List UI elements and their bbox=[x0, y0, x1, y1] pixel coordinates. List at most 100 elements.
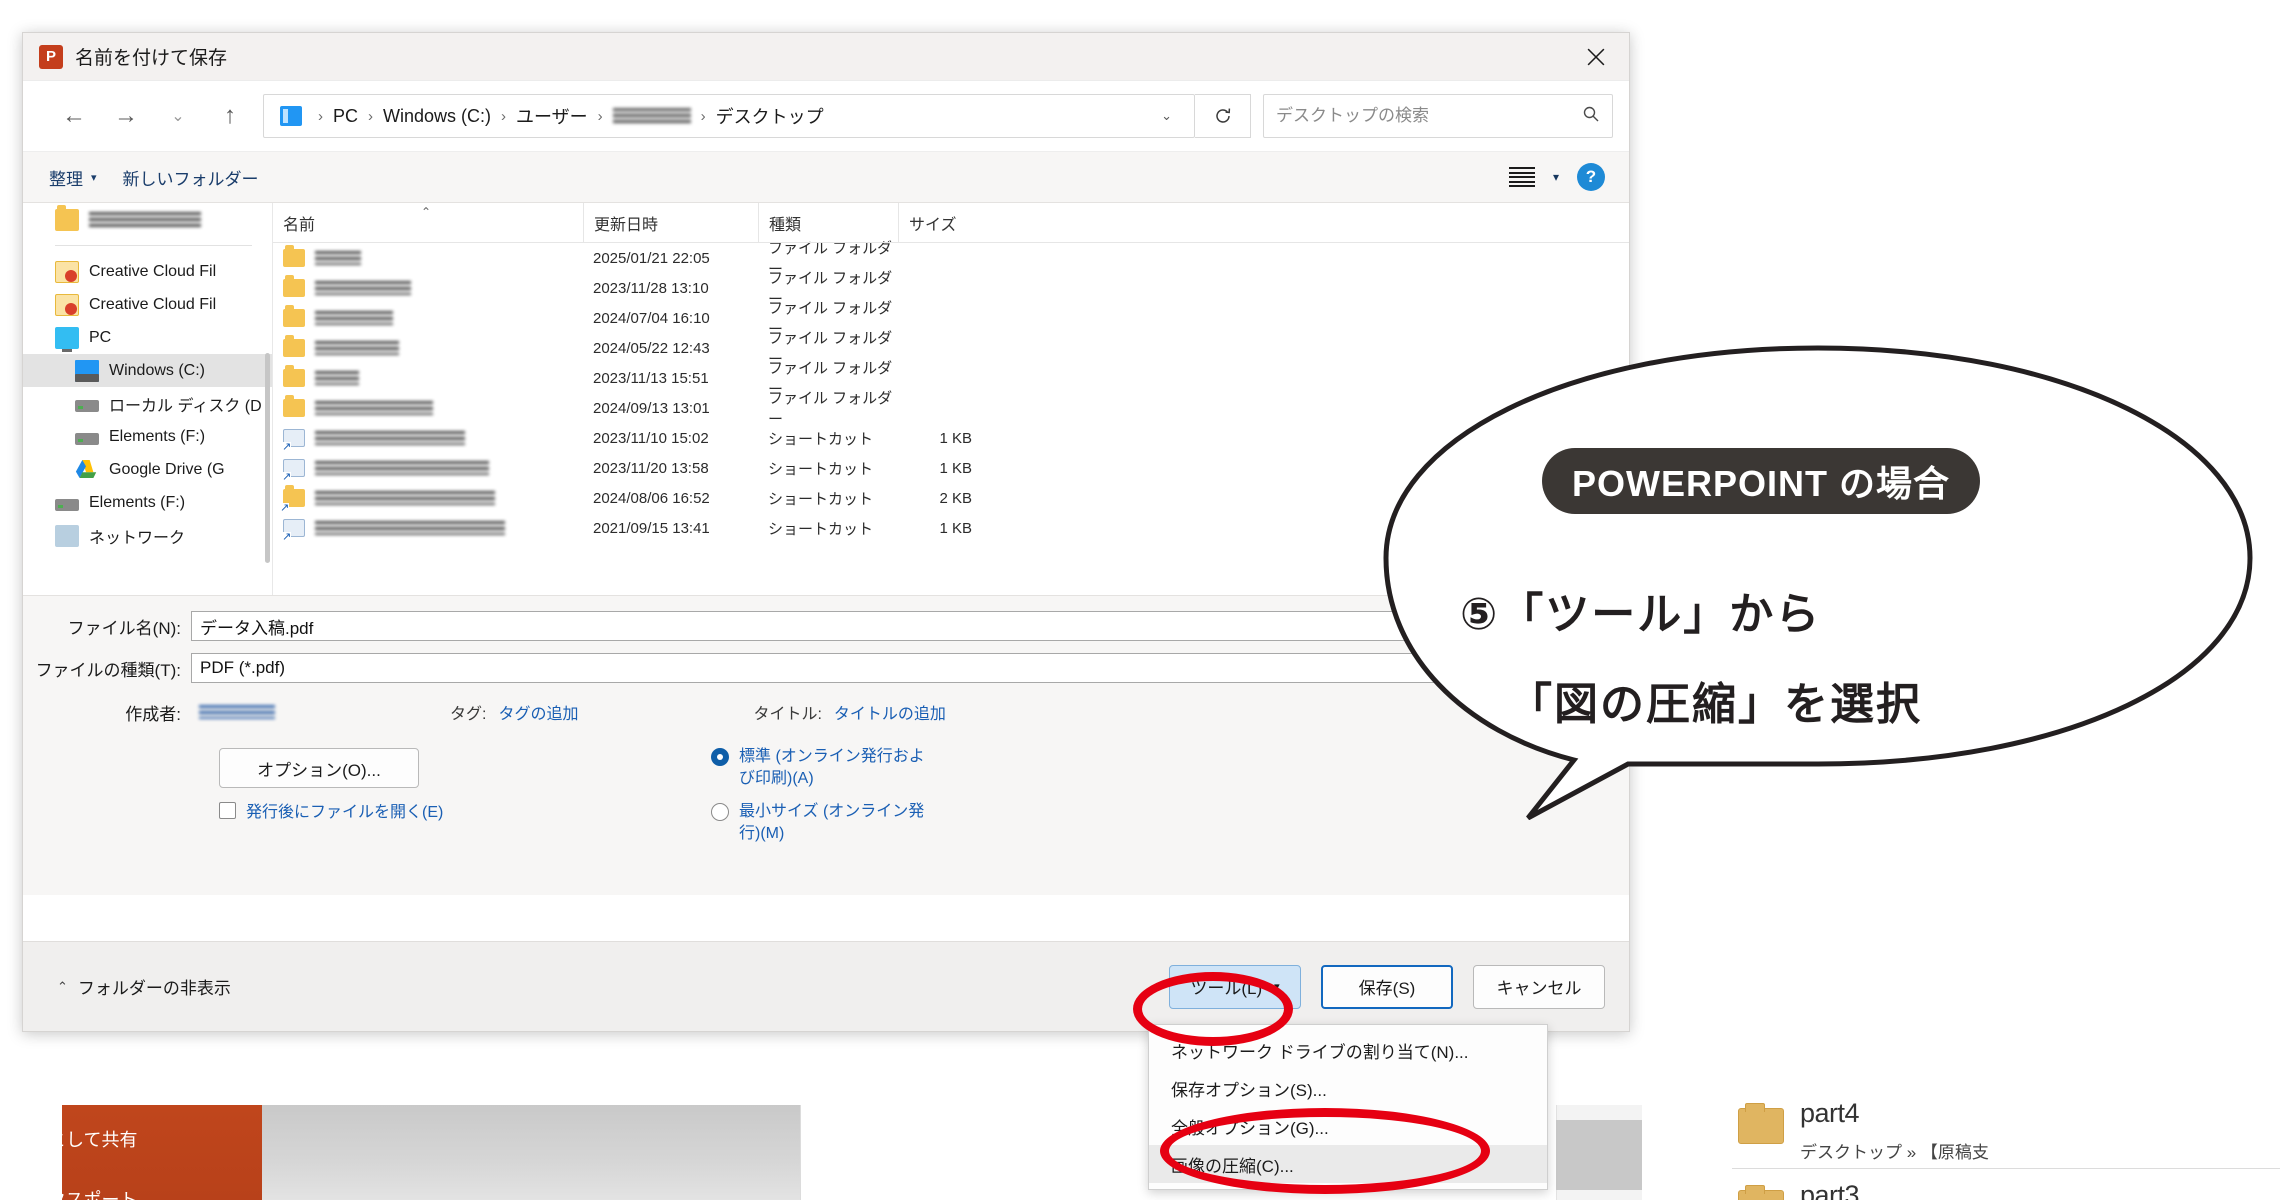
sidebar-item-google-drive-g[interactable]: Google Drive (G bbox=[23, 453, 272, 486]
file-name-label bbox=[315, 401, 433, 415]
author-value-redacted[interactable] bbox=[199, 705, 275, 719]
table-row[interactable]: 2024/07/04 16:10 ファイル フォルダー bbox=[273, 300, 1629, 338]
file-date-cell: 2023/11/13 15:51 bbox=[593, 369, 709, 387]
desktop-location-icon bbox=[280, 106, 302, 126]
file-type-cell: ショートカット bbox=[768, 430, 874, 448]
table-row[interactable]: 2023/11/13 15:51 ファイル フォルダー bbox=[273, 360, 1629, 398]
list-view-icon[interactable] bbox=[1508, 167, 1535, 187]
filetype-select[interactable]: PDF (*.pdf) bbox=[191, 653, 1613, 683]
sidebar-scrollbar[interactable] bbox=[265, 353, 270, 563]
up-icon[interactable]: ↑ bbox=[209, 95, 251, 137]
backstage-divider bbox=[800, 1105, 801, 1200]
table-row[interactable]: 2023/11/28 13:10 ファイル フォルダー bbox=[273, 270, 1629, 308]
cancel-button[interactable]: キャンセル bbox=[1473, 964, 1605, 1009]
shortcut-icon bbox=[282, 429, 305, 452]
radio-minimum-row[interactable]: 最小サイズ (オンライン発行)(M) bbox=[711, 801, 931, 844]
file-name-cell bbox=[273, 365, 583, 387]
back-icon[interactable]: ← bbox=[53, 95, 95, 137]
drive-icon bbox=[55, 499, 79, 511]
recent-separator bbox=[1732, 1168, 2280, 1169]
menu-item-compress-pictures[interactable]: 画像の圧縮(C)... bbox=[1149, 1145, 1547, 1183]
recent-item-title[interactable]: part3 bbox=[1800, 1180, 1860, 1200]
metadata-row: 作成者: タグ: タグの追加 タイトル: タイトルの追加 bbox=[23, 692, 1629, 732]
tools-button[interactable]: ツール(L) ▾ bbox=[1169, 964, 1301, 1009]
filename-input[interactable]: データ入稿.pdf bbox=[191, 611, 1613, 641]
column-header-size[interactable]: サイズ bbox=[898, 203, 998, 242]
tags-label: タグ: bbox=[450, 706, 487, 723]
help-icon[interactable]: ? bbox=[1577, 163, 1605, 191]
table-row[interactable]: 2025/01/21 22:05 ファイル フォルダー bbox=[273, 240, 1629, 278]
radio-standard-label: 標準 (オンライン発行および印刷)(A) bbox=[739, 748, 925, 787]
tags-add-link[interactable]: タグの追加 bbox=[498, 700, 578, 724]
address-chevron-down-icon[interactable]: ⌄ bbox=[1147, 108, 1186, 124]
file-name-label bbox=[315, 311, 393, 325]
radio-standard-button[interactable] bbox=[711, 748, 729, 766]
options-button[interactable]: オプション(O)... bbox=[219, 748, 419, 788]
column-header-label: 名前 bbox=[283, 216, 316, 234]
recent-item-title[interactable]: part4 bbox=[1800, 1098, 1860, 1129]
radio-minimum-button[interactable] bbox=[711, 803, 729, 822]
sidebar-item-label: Elements (F:) bbox=[109, 427, 206, 445]
table-row[interactable]: 2023/11/20 13:58 ショートカット 1 KB bbox=[273, 453, 1629, 483]
folder-icon bbox=[283, 335, 305, 357]
organize-button[interactable]: 整理 ▾ bbox=[49, 165, 97, 190]
search-box[interactable] bbox=[1263, 94, 1613, 138]
recent-locations-chevron-down-icon[interactable]: ⌄ bbox=[157, 95, 199, 137]
hide-folders-toggle[interactable]: ⌃ フォルダーの非表示 bbox=[57, 974, 231, 999]
breadcrumb-username-redacted[interactable] bbox=[612, 108, 691, 124]
forward-icon[interactable]: → bbox=[105, 95, 147, 137]
sidebar-item-creative-cloud-files-2[interactable]: Creative Cloud Fil bbox=[23, 288, 272, 321]
address-bar[interactable]: › PC › Windows (C:) › ユーザー › › デスクトップ ⌄ bbox=[263, 94, 1195, 138]
table-row[interactable]: 2024/09/13 13:01 ファイル フォルダー bbox=[273, 390, 1629, 428]
sidebar-item-elements-f-2[interactable]: Elements (F:) bbox=[23, 486, 272, 519]
search-icon[interactable] bbox=[1582, 105, 1600, 128]
breadcrumb-windows-c[interactable]: Windows (C:) bbox=[383, 106, 491, 127]
pc-icon bbox=[55, 326, 79, 352]
sidebar-item-folder-redacted[interactable] bbox=[23, 203, 272, 236]
file-size-cell: 1 KB bbox=[939, 459, 972, 477]
dialog-titlebar: 名前を付けて保存 bbox=[23, 33, 1629, 81]
folder-icon bbox=[283, 365, 305, 387]
sidebar-item-pc[interactable]: PC bbox=[23, 321, 272, 354]
sidebar-item-network[interactable]: ネットワーク bbox=[23, 519, 272, 552]
folder-icon bbox=[283, 245, 305, 267]
sidebar-item-elements-f-1[interactable]: Elements (F:) bbox=[23, 420, 272, 453]
table-row[interactable]: 2024/08/06 16:52 ショートカット 2 KB bbox=[273, 483, 1629, 513]
table-row[interactable]: 2021/09/15 13:41 ショートカット 1 KB bbox=[273, 513, 1629, 543]
sidebar-item-local-disk-d[interactable]: ローカル ディスク (D bbox=[23, 387, 272, 420]
table-row[interactable]: 2024/05/22 12:43 ファイル フォルダー bbox=[273, 330, 1629, 368]
column-header-name[interactable]: 名前 ⌃ bbox=[273, 203, 583, 242]
sidebar-item-creative-cloud-files-1[interactable]: Creative Cloud Fil bbox=[23, 255, 272, 288]
backstage-item-export[interactable]: エクスポート bbox=[30, 1186, 137, 1200]
breadcrumb-desktop[interactable]: デスクトップ bbox=[716, 103, 824, 129]
view-chevron-down-icon[interactable]: ▾ bbox=[1553, 170, 1559, 184]
file-type-cell: ショートカット bbox=[768, 490, 874, 508]
folder-icon bbox=[55, 204, 79, 231]
open-after-publish-checkbox[interactable] bbox=[219, 801, 236, 819]
filetype-row: ファイルの種類(T): PDF (*.pdf) bbox=[23, 650, 1629, 686]
sidebar-item-windows-c[interactable]: Windows (C:) bbox=[23, 354, 272, 387]
close-icon[interactable] bbox=[1563, 33, 1629, 80]
menu-item-save-options[interactable]: 保存オプション(S)... bbox=[1149, 1069, 1547, 1107]
refresh-icon[interactable] bbox=[1195, 94, 1251, 138]
file-name-label bbox=[315, 371, 359, 385]
file-size-cell: 2 KB bbox=[939, 489, 972, 507]
menu-item-general-options[interactable]: 全般オプション(G)... bbox=[1149, 1107, 1547, 1145]
title-add-link[interactable]: タイトルの追加 bbox=[834, 700, 946, 724]
column-header-date[interactable]: 更新日時 bbox=[583, 203, 758, 242]
menu-item-map-network-drive[interactable]: ネットワーク ドライブの割り当て(N)... bbox=[1149, 1031, 1547, 1069]
backstage-item-share[interactable]: クとして共有 bbox=[30, 1126, 137, 1152]
file-name-cell bbox=[273, 245, 583, 267]
breadcrumb-users[interactable]: ユーザー bbox=[516, 103, 588, 129]
google-drive-icon bbox=[75, 459, 99, 481]
save-button[interactable]: 保存(S) bbox=[1321, 964, 1453, 1009]
table-row[interactable]: 2023/11/10 15:02 ショートカット 1 KB bbox=[273, 423, 1629, 453]
breadcrumb-pc[interactable]: PC bbox=[333, 106, 358, 127]
new-folder-button[interactable]: 新しいフォルダー bbox=[123, 165, 259, 190]
open-after-publish-checkbox-row[interactable]: 発行後にファイルを開く(E) bbox=[219, 798, 443, 822]
radio-standard-row[interactable]: 標準 (オンライン発行および印刷)(A) bbox=[711, 746, 931, 789]
chevron-down-icon: ▾ bbox=[91, 171, 97, 184]
column-header-type[interactable]: 種類 bbox=[758, 203, 898, 242]
file-name-cell bbox=[273, 485, 583, 513]
search-input[interactable] bbox=[1276, 106, 1582, 126]
